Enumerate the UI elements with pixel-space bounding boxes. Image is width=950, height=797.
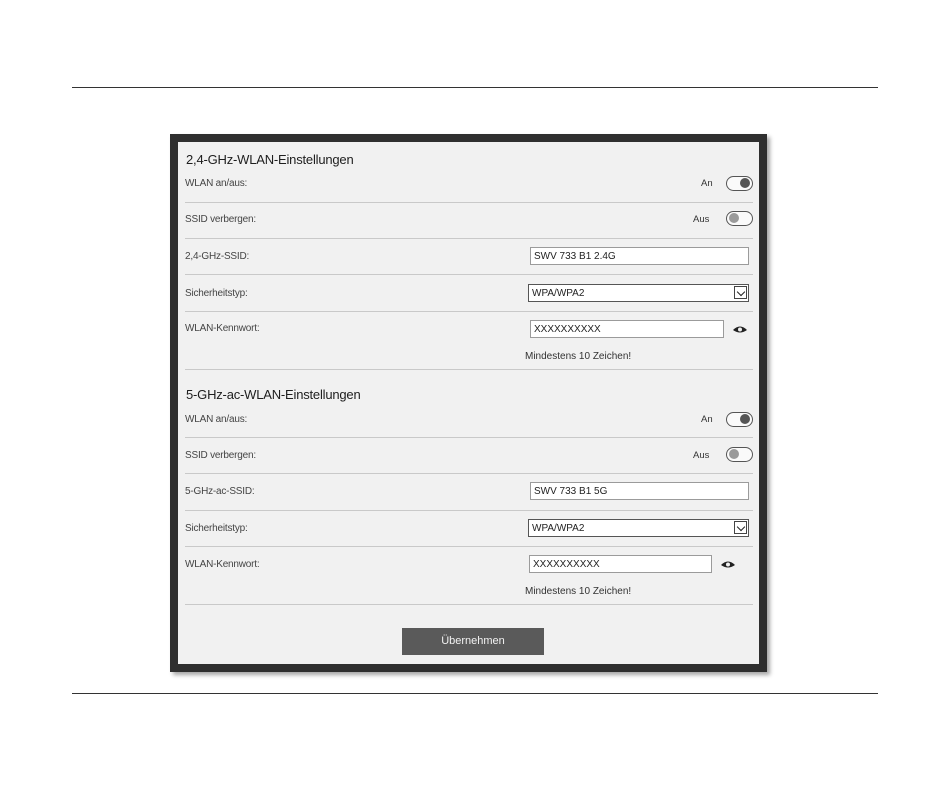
row-ssid-hide-24: SSID verbergen: Aus — [185, 203, 753, 239]
wlan-toggle-24[interactable] — [726, 176, 753, 191]
ssid-hide-toggle-5[interactable] — [726, 447, 753, 462]
security-label: Sicherheitstyp: — [185, 288, 248, 299]
wlan-settings-panel: 2,4-GHz-WLAN-Einstellungen WLAN an/aus: … — [178, 142, 759, 664]
toggle-knob — [729, 449, 739, 459]
row-password-24: WLAN-Kennwort: XXXXXXXXXX Mindestens 10 … — [185, 312, 753, 370]
eye-icon[interactable] — [732, 324, 748, 334]
ssid-label: 2,4-GHz-SSID: — [185, 251, 250, 262]
bottom-rule — [72, 693, 878, 694]
security-select-5[interactable]: WPA/WPA2 — [528, 519, 749, 537]
apply-button[interactable]: Übernehmen — [402, 628, 544, 655]
ssid-hide-toggle-24[interactable] — [726, 211, 753, 226]
toggle-knob — [729, 213, 739, 223]
wlan-toggle-5[interactable] — [726, 412, 753, 427]
password-hint-5: Mindestens 10 Zeichen! — [525, 586, 632, 597]
wlan-state-text: An — [701, 178, 713, 189]
wlan-onoff-label: WLAN an/aus: — [185, 178, 248, 189]
toggle-knob — [740, 178, 750, 188]
password-label: WLAN-Kennwort: — [185, 323, 260, 334]
ssid-input-5[interactable]: SWV 733 B1 5G — [530, 482, 749, 500]
ssid-hide-state-text: Aus — [693, 450, 710, 461]
ssid-hide-state-text: Aus — [693, 214, 710, 225]
router-settings-screenshot: 2,4-GHz-WLAN-Einstellungen WLAN an/aus: … — [170, 134, 767, 672]
ssid-label: 5-GHz-ac-SSID: — [185, 486, 255, 497]
ssid-hide-label: SSID verbergen: — [185, 214, 256, 225]
row-ssid-hide-5: SSID verbergen: Aus — [185, 438, 753, 474]
wlan-onoff-label: WLAN an/aus: — [185, 414, 248, 425]
top-rule — [72, 87, 878, 88]
toggle-knob — [740, 414, 750, 424]
row-ssid-24: 2,4-GHz-SSID: SWV 733 B1 2.4G — [185, 239, 753, 275]
ssid-input-24[interactable]: SWV 733 B1 2.4G — [530, 247, 749, 265]
row-security-24: Sicherheitstyp: WPA/WPA2 — [185, 275, 753, 312]
security-select-value: WPA/WPA2 — [532, 523, 585, 534]
row-ssid-5: 5-GHz-ac-SSID: SWV 733 B1 5G — [185, 474, 753, 511]
row-password-5: WLAN-Kennwort: XXXXXXXXXX Mindestens 10 … — [185, 547, 753, 605]
security-select-value: WPA/WPA2 — [532, 288, 585, 299]
row-wlan-onoff-24: WLAN an/aus: An — [185, 172, 753, 203]
ssid-hide-label: SSID verbergen: — [185, 450, 256, 461]
row-security-5: Sicherheitstyp: WPA/WPA2 — [185, 511, 753, 547]
wlan-state-text: An — [701, 414, 713, 425]
section-title-5ghz: 5-GHz-ac-WLAN-Einstellungen — [186, 387, 361, 402]
password-hint-24: Mindestens 10 Zeichen! — [525, 351, 632, 362]
section-title-24ghz: 2,4-GHz-WLAN-Einstellungen — [186, 152, 354, 167]
chevron-down-icon — [734, 286, 747, 299]
security-label: Sicherheitstyp: — [185, 523, 248, 534]
row-wlan-onoff-5: WLAN an/aus: An — [185, 407, 753, 438]
chevron-down-icon — [734, 521, 747, 534]
password-input-5[interactable]: XXXXXXXXXX — [529, 555, 712, 573]
security-select-24[interactable]: WPA/WPA2 — [528, 284, 749, 302]
password-label: WLAN-Kennwort: — [185, 559, 260, 570]
password-input-24[interactable]: XXXXXXXXXX — [530, 320, 724, 338]
eye-icon[interactable] — [720, 559, 736, 569]
